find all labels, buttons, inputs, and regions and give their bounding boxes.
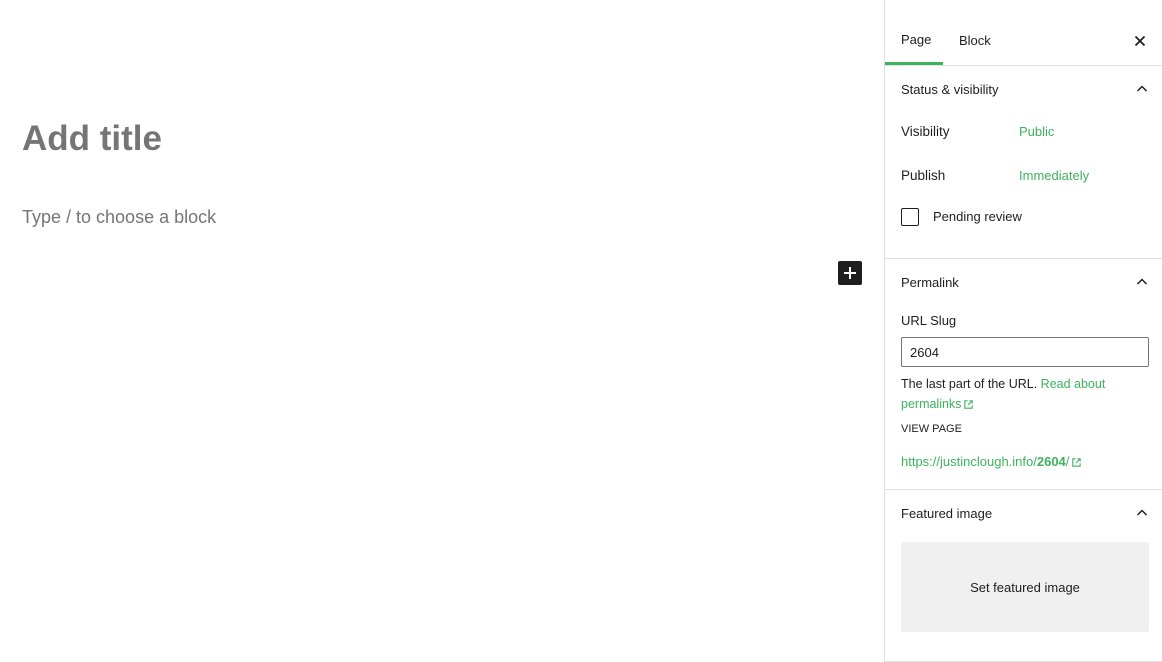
view-page-label: VIEW PAGE <box>901 423 962 435</box>
pending-review-row: Pending review <box>885 200 1162 244</box>
chevron-up-icon <box>1136 509 1148 516</box>
set-featured-image-button[interactable]: Set featured image <box>901 542 1149 632</box>
panel-title: Status & visibility <box>901 82 999 97</box>
visibility-toggle[interactable]: Public <box>1019 124 1054 139</box>
settings-sidebar: Page Block Status & visibility Visibilit… <box>884 0 1162 662</box>
close-sidebar-button[interactable] <box>1132 33 1148 49</box>
pending-review-label[interactable]: Pending review <box>933 209 1022 224</box>
publish-label: Publish <box>901 168 946 183</box>
visibility-label: Visibility <box>901 124 950 139</box>
publish-date-toggle[interactable]: Immediately <box>1019 168 1089 183</box>
add-block-button[interactable] <box>838 261 862 285</box>
permalink-toggle[interactable]: Permalink <box>885 259 1162 305</box>
permalink-help-text: The last part of the URL. <box>901 377 1038 391</box>
panel-title: Permalink <box>901 275 959 290</box>
post-title-input[interactable]: Add title <box>22 116 162 162</box>
chevron-up-icon <box>1136 85 1148 92</box>
sidebar-tabs: Page Block <box>885 18 1162 66</box>
tab-page[interactable]: Page <box>885 18 943 65</box>
url-slug-label: URL Slug <box>901 313 957 328</box>
pending-review-checkbox[interactable] <box>901 208 919 226</box>
external-link-icon <box>964 400 974 409</box>
block-placeholder[interactable]: Type / to choose a block <box>22 205 216 229</box>
permalink-panel: Permalink URL Slug The last part of the … <box>885 259 1162 490</box>
close-icon <box>1134 35 1146 47</box>
permalink-url-link[interactable]: https://justinclough.info/2604/ <box>901 454 1082 469</box>
chevron-up-icon <box>1136 278 1148 285</box>
plus-icon <box>844 267 856 279</box>
publish-row: Publish Immediately <box>885 156 1162 200</box>
editor-canvas: Add title Type / to choose a block <box>0 0 884 662</box>
tab-block[interactable]: Block <box>943 18 1007 65</box>
permalink-help: The last part of the URL. Read about perm… <box>901 374 1141 414</box>
status-visibility-panel: Status & visibility Visibility Public Pu… <box>885 66 1162 259</box>
panel-title: Featured image <box>901 506 993 521</box>
external-link-icon <box>1072 458 1082 467</box>
featured-image-toggle[interactable]: Featured image <box>885 490 1162 536</box>
url-slug-input[interactable] <box>901 337 1149 367</box>
featured-image-panel: Featured image Set featured image <box>885 490 1162 662</box>
visibility-row: Visibility Public <box>885 112 1162 156</box>
status-visibility-toggle[interactable]: Status & visibility <box>885 66 1162 112</box>
